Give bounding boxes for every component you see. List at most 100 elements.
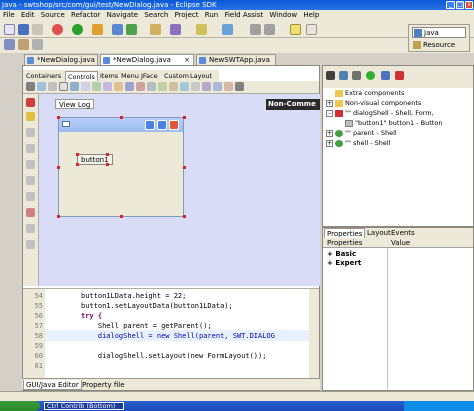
menu-project[interactable]: Project xyxy=(175,11,199,19)
run-icon[interactable] xyxy=(72,24,83,35)
highlight-icon[interactable] xyxy=(290,24,301,35)
align-center-icon[interactable] xyxy=(26,144,35,153)
column-divider[interactable] xyxy=(387,248,388,390)
button-widget-icon[interactable] xyxy=(37,82,46,91)
perspective-resource[interactable]: Resource xyxy=(412,40,466,50)
toggle-icon[interactable] xyxy=(18,39,29,50)
align-left-icon[interactable] xyxy=(26,128,35,137)
tabfolder-widget-icon[interactable] xyxy=(224,82,233,91)
menu-run[interactable]: Run xyxy=(205,11,218,19)
label-widget-icon[interactable] xyxy=(48,82,57,91)
tree-view-icon[interactable] xyxy=(352,71,361,80)
view-log-button[interactable]: View Log xyxy=(55,99,95,109)
annotation-icon[interactable] xyxy=(196,24,207,35)
menu-file[interactable]: File xyxy=(3,11,15,19)
debug-icon[interactable] xyxy=(52,24,63,35)
source-editor[interactable]: 54 55 56 57 58 59 60 61 button1LData.hei… xyxy=(23,288,319,378)
button1-handle[interactable] xyxy=(106,163,109,166)
open-type-icon[interactable] xyxy=(150,24,161,35)
minimize-icon[interactable]: _ xyxy=(446,1,455,9)
save-icon[interactable] xyxy=(18,24,29,35)
shell-resize-handle[interactable] xyxy=(57,116,60,119)
shell-resize-handle[interactable] xyxy=(183,166,186,169)
tab-gui-java-editor[interactable]: GUI/Java Editor xyxy=(23,380,82,390)
collapse-icon[interactable]: - xyxy=(326,109,333,117)
new-icon[interactable] xyxy=(4,24,15,35)
editor-tab-2[interactable]: *NewDialog.java × xyxy=(100,54,194,65)
button1-handle[interactable] xyxy=(76,163,79,166)
shell-resize-handle[interactable] xyxy=(120,116,123,119)
palette-tab-items[interactable]: Items xyxy=(98,71,120,81)
shell-resize-handle[interactable] xyxy=(183,215,186,218)
vertical-scrollbar[interactable] xyxy=(309,289,319,378)
tree-widget-icon[interactable] xyxy=(169,82,178,91)
maximize-icon[interactable]: □ xyxy=(456,1,464,9)
palette-tab-layout[interactable]: Layout xyxy=(188,71,214,81)
shell-minimize-icon[interactable] xyxy=(145,120,155,130)
palette-tab-custom[interactable]: Custom xyxy=(162,71,191,81)
tree-item[interactable]: + "" shell - Shell xyxy=(326,138,391,148)
forward-icon[interactable] xyxy=(264,24,275,35)
layout-icon[interactable] xyxy=(339,71,348,80)
menu-search[interactable]: Search xyxy=(144,11,168,19)
pin-icon[interactable] xyxy=(4,39,15,50)
radio-widget-icon[interactable] xyxy=(103,82,112,91)
tree-item[interactable]: Extra components xyxy=(335,88,404,98)
progressbar-widget-icon[interactable] xyxy=(147,82,156,91)
shell-close-icon[interactable] xyxy=(169,120,179,130)
palette-tab-menu[interactable]: Menu xyxy=(119,71,141,81)
delete-icon[interactable] xyxy=(395,71,404,80)
spinner-widget-icon[interactable] xyxy=(114,82,123,91)
shell-maximize-icon[interactable] xyxy=(157,120,167,130)
menu-field-assist[interactable]: Field Assist xyxy=(224,11,263,19)
start-button[interactable] xyxy=(0,401,40,411)
expand-icon[interactable]: + xyxy=(326,129,333,137)
datetime-widget-icon[interactable] xyxy=(213,82,222,91)
checkbox-widget-icon[interactable] xyxy=(92,82,101,91)
dialog-shell-preview[interactable]: button1 xyxy=(58,117,184,217)
shell-resize-handle[interactable] xyxy=(57,215,60,218)
align-top-icon[interactable] xyxy=(26,176,35,185)
palette-tab-controls[interactable]: Controls xyxy=(65,71,98,81)
help-tool-icon[interactable] xyxy=(26,112,35,121)
link-icon[interactable] xyxy=(32,39,43,50)
expand-icon[interactable]: + xyxy=(326,139,333,147)
editor-tab-1[interactable]: *NewDialog.java xyxy=(24,54,98,65)
editor-tab-3[interactable]: NewSWTApp.java xyxy=(196,54,276,65)
align-middle-icon[interactable] xyxy=(26,192,35,201)
grid-icon[interactable] xyxy=(326,71,335,80)
external-tools-icon[interactable] xyxy=(92,24,103,35)
taskbar-item[interactable]: Ctrl Contrib (Bottom) xyxy=(44,402,124,410)
copy-icon[interactable] xyxy=(381,71,390,80)
tab-property-file[interactable]: Property file xyxy=(80,380,127,390)
shell-resize-handle[interactable] xyxy=(183,116,186,119)
selection-tool-icon[interactable] xyxy=(26,98,35,107)
same-height-icon[interactable] xyxy=(26,240,35,249)
tree-item[interactable]: + "" parent - Shell xyxy=(326,128,397,138)
align-right-icon[interactable] xyxy=(26,160,35,169)
menu-edit[interactable]: Edit xyxy=(21,11,35,19)
open-perspective-icon[interactable] xyxy=(306,24,317,35)
menu-refactor[interactable]: Refactor xyxy=(71,11,100,19)
scale-widget-icon[interactable] xyxy=(136,82,145,91)
perspective-java[interactable]: Java xyxy=(412,27,466,38)
scroll-left-icon[interactable] xyxy=(26,82,35,91)
same-width-icon[interactable] xyxy=(26,224,35,233)
tab-properties[interactable]: Properties xyxy=(324,228,366,238)
print-icon[interactable] xyxy=(32,24,43,35)
menu-navigate[interactable]: Navigate xyxy=(107,11,138,19)
scroll-right-icon[interactable] xyxy=(235,82,244,91)
tree-item[interactable]: - "" dialogShell - Shell, Form, xyxy=(326,108,434,118)
tree-item[interactable]: + Non-visual components xyxy=(326,98,421,108)
window-title-bar[interactable]: Java - swtshop/src/com/gui/test/NewDialo… xyxy=(0,0,474,10)
shell-resize-handle[interactable] xyxy=(57,166,60,169)
text-widget-icon[interactable] xyxy=(59,82,68,91)
tree-item[interactable]: "button1" button1 - Button xyxy=(345,118,442,128)
align-bottom-icon[interactable] xyxy=(26,208,35,217)
button1-handle[interactable] xyxy=(106,153,109,156)
property-group-expert[interactable]: + Expert xyxy=(327,259,361,268)
canvas-widget-icon[interactable] xyxy=(191,82,200,91)
menu-help[interactable]: Help xyxy=(303,11,319,19)
shell-resize-handle[interactable] xyxy=(120,215,123,218)
next-annotation-icon[interactable] xyxy=(222,24,233,35)
